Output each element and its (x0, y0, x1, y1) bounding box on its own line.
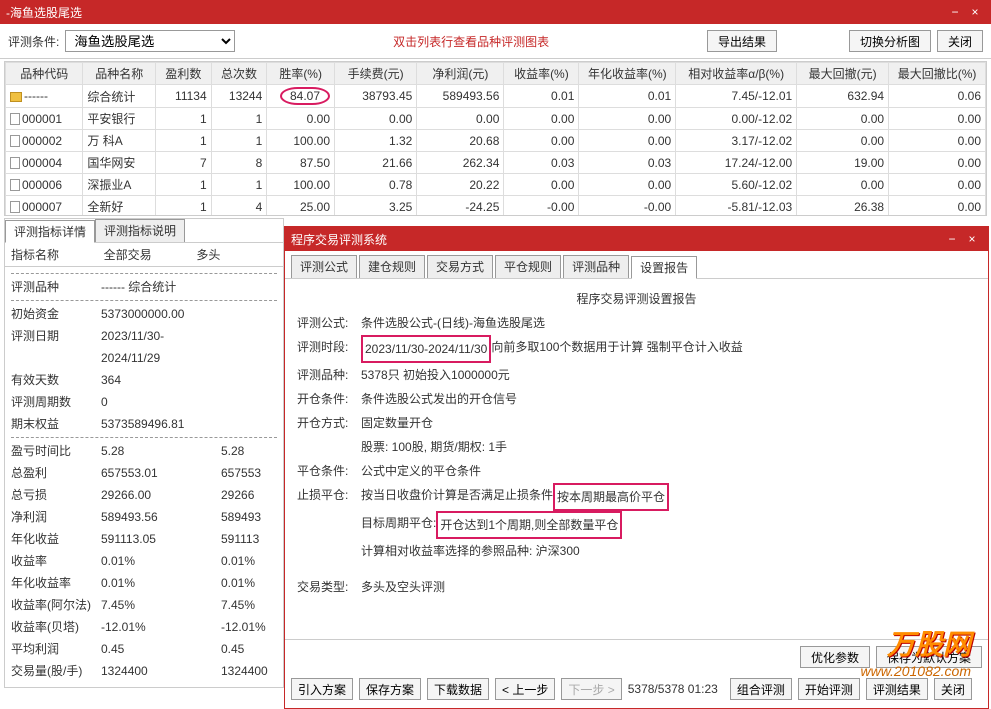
file-icon (10, 135, 20, 147)
table-row[interactable]: ------综合统计111341324484.0738793.45589493.… (6, 85, 986, 108)
detail-row: 有效天数364 (11, 369, 277, 391)
modal-tab[interactable]: 设置报告 (631, 256, 697, 279)
modal-tab[interactable]: 交易方式 (427, 255, 493, 278)
next-button: 下一步 > (561, 678, 621, 700)
download-button[interactable]: 下载数据 (427, 678, 489, 700)
condition-select[interactable]: 海鱼选股尾选 (65, 30, 235, 52)
detail-row: 年化收益率0.01%0.01% (11, 572, 277, 594)
detail-row: 年化收益591113.05591113 (11, 528, 277, 550)
detail-panel: 评测指标详情 评测指标说明 指标名称 全部交易 多头 评测品种------ 综合… (4, 218, 284, 688)
col-header[interactable]: 手续费(元) (335, 63, 417, 85)
table-row[interactable]: 000004国华网安7887.5021.66262.340.030.0317.2… (6, 152, 986, 174)
modal-title: 程序交易评测系统 (291, 231, 387, 248)
detail-col-all: 全部交易 (98, 243, 191, 266)
col-header[interactable]: 净利润(元) (417, 63, 504, 85)
detail-row: 初始资金5373000000.00 (11, 303, 277, 325)
detail-row: 收益率(贝塔)-12.01%-12.01% (11, 616, 277, 638)
result-button[interactable]: 评测结果 (866, 678, 928, 700)
toolbar: 评测条件: 海鱼选股尾选 双击列表行查看品种评测图表 导出结果 切换分析图 关闭 (0, 24, 991, 59)
target-highlight: 开仓达到1个周期,则全部数量平仓 (436, 511, 622, 539)
col-header[interactable]: 年化收益率(%) (579, 63, 676, 85)
file-icon (10, 113, 20, 125)
table-row[interactable]: 000006深振业A11100.000.7820.220.000.005.60/… (6, 174, 986, 196)
modal-tab[interactable]: 评测公式 (291, 255, 357, 278)
close-button[interactable]: 关闭 (937, 30, 983, 52)
detail-row: 评测品种------ 综合统计 (11, 276, 277, 298)
switch-chart-button[interactable]: 切换分析图 (849, 30, 931, 52)
detail-row: 交易量(股/手)13244001324400 (11, 660, 277, 682)
col-header[interactable]: 胜率(%) (267, 63, 335, 85)
file-icon (10, 179, 20, 191)
col-header[interactable]: 相对收益率α/β(%) (676, 63, 797, 85)
col-header[interactable]: 总次数 (211, 63, 267, 85)
col-header[interactable]: 最大回撤比(%) (889, 63, 986, 85)
modal-tab[interactable]: 评测品种 (563, 255, 629, 278)
report-body: 程序交易评测设置报告 评测公式:条件选股公式-(日线)-海鱼选股尾选 评测时段:… (285, 279, 988, 639)
main-titlebar: -海鱼选股尾选 − × (0, 0, 991, 24)
detail-row: 总亏损29266.0029266 (11, 484, 277, 506)
import-button[interactable]: 引入方案 (291, 678, 353, 700)
result-table: 品种代码品种名称盈利数总次数胜率(%)手续费(元)净利润(元)收益率(%)年化收… (4, 61, 987, 216)
table-row[interactable]: 000002万 科A11100.001.3220.680.000.003.17/… (6, 130, 986, 152)
minimize-icon[interactable]: − (945, 5, 965, 19)
file-icon (10, 157, 20, 169)
report-title: 程序交易评测设置报告 (297, 287, 976, 311)
table-row[interactable]: 000001平安银行110.000.000.000.000.000.00/-12… (6, 108, 986, 130)
detail-row: 盈亏时间比5.285.28 (11, 440, 277, 462)
col-header[interactable]: 最大回撤(元) (797, 63, 889, 85)
detail-col-long: 多头 (190, 243, 283, 266)
file-icon (10, 201, 20, 213)
detail-row: 期末权益5373589496.81 (11, 413, 277, 435)
save-scheme-button[interactable]: 保存方案 (359, 678, 421, 700)
hint-text: 双击列表行查看品种评测图表 (241, 33, 701, 50)
stop-highlight: 按本周期最高价平仓 (553, 483, 669, 511)
winrate-highlight: 84.07 (280, 87, 330, 105)
col-header[interactable]: 品种代码 (6, 63, 83, 85)
detail-row: 平均利润0.450.45 (11, 638, 277, 660)
detail-row: 评测日期2023/11/30-2024/11/29 (11, 325, 277, 369)
optimize-button[interactable]: 优化参数 (800, 646, 870, 668)
window-title: -海鱼选股尾选 (6, 4, 82, 21)
modal-close-button[interactable]: 关闭 (934, 678, 972, 700)
col-header[interactable]: 盈利数 (156, 63, 212, 85)
detail-row: 评测周期数0 (11, 391, 277, 413)
col-header[interactable]: 品种名称 (83, 63, 156, 85)
modal-titlebar: 程序交易评测系统 − × (285, 227, 988, 251)
col-header[interactable]: 收益率(%) (504, 63, 579, 85)
modal-tab[interactable]: 建仓规则 (359, 255, 425, 278)
prev-button[interactable]: < 上一步 (495, 678, 555, 700)
modal-tab[interactable]: 平仓规则 (495, 255, 561, 278)
detail-col-name: 指标名称 (5, 243, 98, 266)
tab-detail[interactable]: 评测指标详情 (5, 220, 95, 243)
progress-text: 5378/5378 01:23 (628, 682, 718, 696)
detail-row: 净利润589493.56589493 (11, 506, 277, 528)
period-highlight: 2023/11/30-2024/11/30 (361, 335, 491, 363)
close-icon[interactable]: × (965, 5, 985, 19)
combo-eval-button[interactable]: 组合评测 (730, 678, 792, 700)
detail-row: 收益率(阿尔法)7.45%7.45% (11, 594, 277, 616)
start-eval-button[interactable]: 开始评测 (798, 678, 860, 700)
folder-icon (10, 92, 22, 102)
table-row[interactable]: 000007全新好1425.003.25-24.25-0.00-0.00-5.8… (6, 196, 986, 217)
watermark-logo: 万股网 www.201082.com (860, 623, 971, 679)
detail-row: 总盈利657553.01657553 (11, 462, 277, 484)
detail-row: 收益率0.01%0.01% (11, 550, 277, 572)
tab-desc[interactable]: 评测指标说明 (95, 219, 185, 242)
export-button[interactable]: 导出结果 (707, 30, 777, 52)
modal-close-icon[interactable]: × (962, 232, 982, 246)
condition-label: 评测条件: (8, 33, 59, 50)
modal-minimize-icon[interactable]: − (942, 232, 962, 246)
